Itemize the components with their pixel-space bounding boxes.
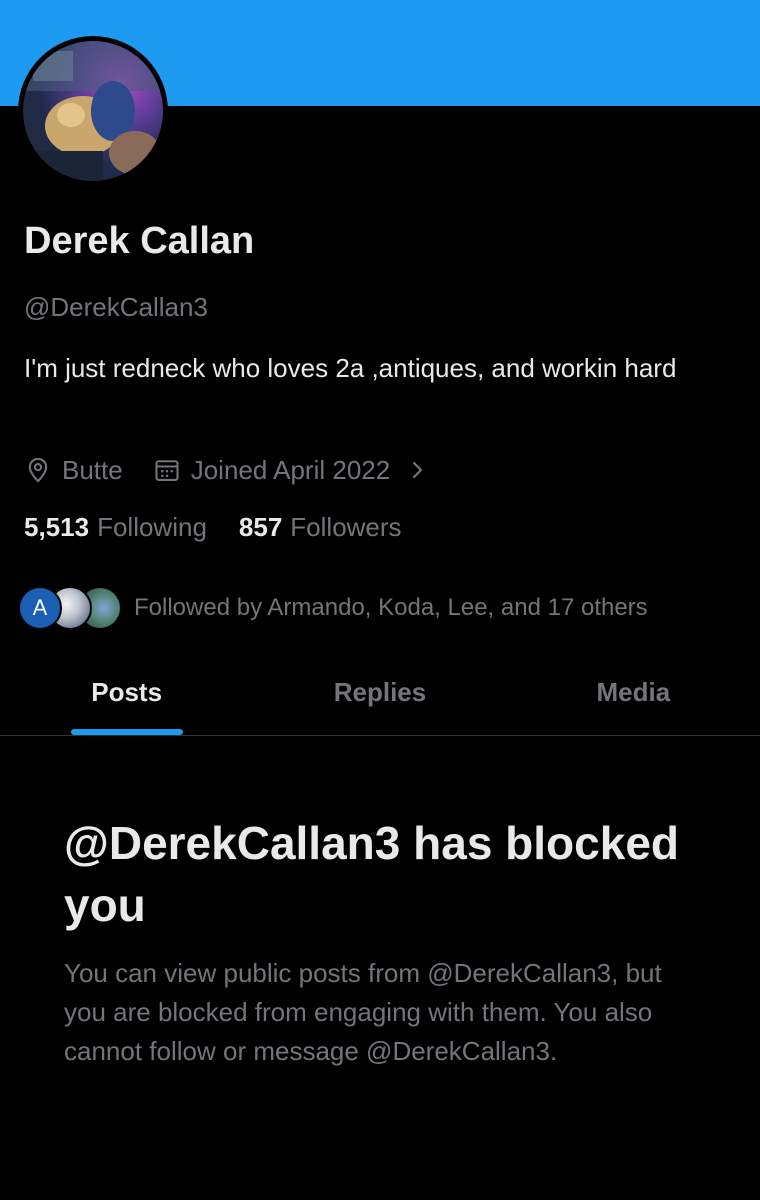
tab-label: Media <box>596 677 671 707</box>
tab-label: Posts <box>91 677 163 707</box>
following-label: Following <box>97 512 207 542</box>
tab-label: Replies <box>333 677 427 707</box>
blocked-title: @DerekCallan3 has blocked you <box>64 817 680 931</box>
blocked-message: You can view public posts from @DerekCal… <box>64 958 662 1066</box>
tab-replies[interactable]: Replies <box>253 650 506 735</box>
profile-stats: 5,513 Following 857 Followers <box>24 512 402 543</box>
following-link[interactable]: 5,513 Following <box>24 512 207 543</box>
active-tab-indicator <box>70 729 183 735</box>
profile-meta: Butte Joined April 2022 <box>24 450 428 490</box>
profile-tabs: Posts Replies Media <box>0 650 760 736</box>
profile-handle: @DerekCallan3 <box>24 292 208 322</box>
profile-avatar[interactable] <box>18 36 168 186</box>
tab-posts[interactable]: Posts <box>0 650 253 735</box>
follower-avatar: A <box>18 586 62 630</box>
location-pin-icon <box>28 457 48 483</box>
followed-by-text: Followed by Armando, Koda, Lee, and 17 o… <box>134 594 648 621</box>
profile-name: Derek Callan <box>24 220 255 262</box>
joined-item[interactable]: Joined April 2022 <box>153 455 428 486</box>
followers-link[interactable]: 857 Followers <box>239 512 402 543</box>
chevron-right-icon <box>413 461 423 479</box>
profile-bio: I'm just redneck who loves 2a ,antiques,… <box>24 353 677 383</box>
location-item: Butte <box>24 455 123 486</box>
followed-by[interactable]: A Followed by Armando, Koda, Lee, and 17… <box>18 584 648 632</box>
calendar-icon <box>155 460 179 481</box>
location-text: Butte <box>62 454 123 485</box>
avatar-photo <box>23 41 163 181</box>
followers-count: 857 <box>238 512 283 542</box>
following-count: 5,513 <box>24 512 90 542</box>
tab-media[interactable]: Media <box>507 650 760 735</box>
joined-text: Joined April 2022 <box>190 454 391 485</box>
followers-label: Followers <box>290 512 402 542</box>
avatar-photo-illustration <box>23 41 163 181</box>
